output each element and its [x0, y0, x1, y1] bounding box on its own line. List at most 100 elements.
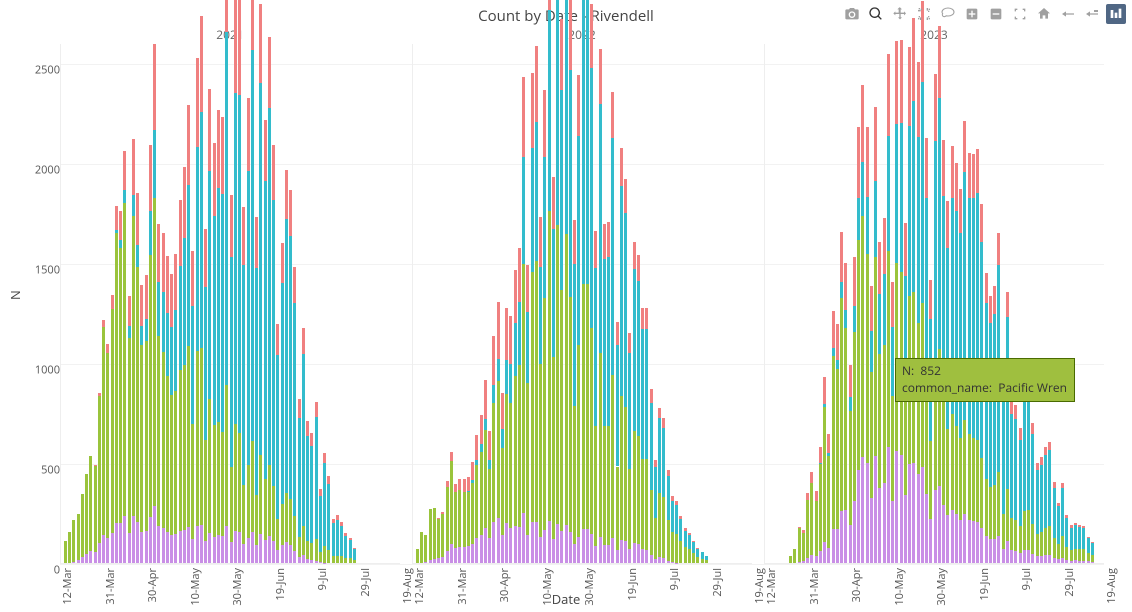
bar-segment[interactable]	[247, 538, 250, 563]
bar-segment[interactable]	[281, 545, 284, 563]
bar-segment[interactable]	[671, 532, 674, 562]
bar-segment[interactable]	[1061, 558, 1064, 563]
bar-segment[interactable]	[980, 242, 983, 458]
bar-segment[interactable]	[1014, 405, 1017, 419]
bar-segment[interactable]	[272, 145, 275, 200]
bar-segment[interactable]	[123, 190, 126, 203]
bar-segment[interactable]	[662, 428, 665, 497]
bar-segment[interactable]	[128, 533, 131, 563]
bar-segment[interactable]	[671, 501, 674, 533]
bar-segment[interactable]	[853, 501, 856, 563]
bar-segment[interactable]	[336, 520, 339, 556]
bar-segment[interactable]	[204, 440, 207, 541]
bar-segment[interactable]	[315, 402, 318, 417]
bar-segment[interactable]	[844, 328, 847, 511]
bar-segment[interactable]	[827, 548, 830, 563]
bar-segment[interactable]	[628, 353, 631, 470]
bar-segment[interactable]	[654, 467, 657, 517]
bar-segment[interactable]	[416, 549, 419, 563]
bar-segment[interactable]	[1010, 518, 1013, 550]
bar-segment[interactable]	[874, 456, 877, 563]
bar-segment[interactable]	[798, 562, 801, 563]
bar-segment[interactable]	[853, 332, 856, 501]
bar-segment[interactable]	[1061, 488, 1064, 536]
bar-segment[interactable]	[637, 255, 640, 281]
bar-segment[interactable]	[340, 526, 343, 557]
bar-segment[interactable]	[467, 491, 470, 492]
bar-segment[interactable]	[667, 561, 670, 563]
bar-segment[interactable]	[526, 312, 529, 382]
bar-segment[interactable]	[488, 431, 491, 459]
bar-segment[interactable]	[153, 506, 156, 564]
bar-segment[interactable]	[1027, 550, 1030, 563]
bar-segment[interactable]	[611, 375, 614, 538]
bar-segment[interactable]	[174, 254, 177, 310]
bar-segment[interactable]	[1027, 510, 1030, 550]
bar-segment[interactable]	[938, 98, 941, 349]
bar-segment[interactable]	[844, 510, 847, 563]
bar-segment[interactable]	[857, 470, 860, 563]
bar-segment[interactable]	[908, 464, 911, 563]
bar-segment[interactable]	[238, 532, 241, 563]
bar-segment[interactable]	[315, 539, 318, 561]
bar-segment[interactable]	[654, 559, 657, 563]
bar-segment[interactable]	[997, 536, 1000, 563]
bar-segment[interactable]	[815, 501, 818, 557]
bar-segment[interactable]	[1053, 538, 1056, 558]
bar-segment[interactable]	[870, 498, 873, 563]
bar-segment[interactable]	[912, 18, 915, 101]
bar-segment[interactable]	[437, 519, 440, 558]
bar-segment[interactable]	[1048, 555, 1051, 563]
bar-segment[interactable]	[980, 528, 983, 563]
bar-segment[interactable]	[106, 344, 109, 353]
bar-segment[interactable]	[174, 391, 177, 535]
bar-segment[interactable]	[603, 426, 606, 545]
bar-segment[interactable]	[298, 399, 301, 418]
bar-segment[interactable]	[675, 501, 678, 506]
bar-segment[interactable]	[514, 376, 517, 526]
spike-lines-icon[interactable]	[1058, 4, 1078, 24]
bar-segment[interactable]	[917, 474, 920, 563]
bar-segment[interactable]	[531, 148, 534, 272]
bar-segment[interactable]	[183, 530, 186, 563]
bar-segment[interactable]	[819, 447, 822, 463]
bar-segment[interactable]	[480, 415, 483, 445]
bar-segment[interactable]	[217, 188, 220, 422]
bar-segment[interactable]	[132, 139, 135, 195]
bar-segment[interactable]	[251, 50, 254, 441]
bar-segment[interactable]	[942, 400, 945, 504]
bar-segment[interactable]	[701, 559, 704, 563]
bar-segment[interactable]	[89, 551, 92, 563]
bar-segment[interactable]	[259, 534, 262, 563]
bar-segment[interactable]	[310, 446, 313, 543]
bar-segment[interactable]	[1087, 537, 1090, 539]
bar-segment[interactable]	[251, 0, 254, 50]
bar-segment[interactable]	[645, 308, 648, 329]
bar-segment[interactable]	[1010, 414, 1013, 518]
bar-segment[interactable]	[1087, 538, 1090, 553]
bar-segment[interactable]	[132, 216, 135, 515]
bar-segment[interactable]	[247, 98, 250, 171]
bar-segment[interactable]	[522, 77, 525, 157]
bar-segment[interactable]	[997, 233, 1000, 265]
bar-segment[interactable]	[611, 138, 614, 375]
bar-segment[interactable]	[501, 393, 504, 429]
bar-segment[interactable]	[637, 436, 640, 544]
bar-segment[interactable]	[234, 424, 237, 531]
bar-segment[interactable]	[268, 37, 271, 108]
bar-segment[interactable]	[802, 561, 805, 563]
bar-segment[interactable]	[514, 526, 517, 563]
bar-segment[interactable]	[1040, 532, 1043, 556]
bar-segment[interactable]	[102, 535, 105, 563]
bar-segment[interactable]	[140, 326, 143, 345]
bar-segment[interactable]	[599, 353, 602, 537]
bar-segment[interactable]	[123, 203, 126, 516]
bar-segment[interactable]	[667, 520, 670, 561]
bar-segment[interactable]	[645, 329, 648, 459]
bar-segment[interactable]	[323, 453, 326, 464]
bar-segment[interactable]	[111, 309, 114, 532]
bar-segment[interactable]	[1036, 463, 1039, 470]
bar-segment[interactable]	[323, 546, 326, 562]
bar-segment[interactable]	[505, 394, 508, 523]
bar-segment[interactable]	[332, 523, 335, 556]
